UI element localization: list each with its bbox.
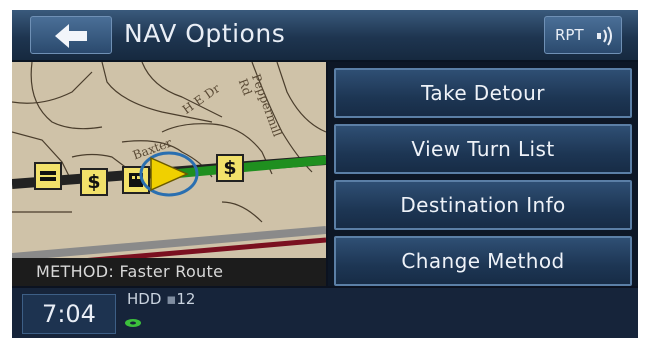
nav-options-screen: NAV Options RPT Peppermill Rd Baxter H E… [12,10,638,338]
destination-info-button[interactable]: Destination Info [334,180,632,230]
change-method-button[interactable]: Change Method [334,236,632,286]
clock[interactable]: 7:04 [22,294,116,334]
dollar-icon[interactable]: $ [80,168,108,196]
page-title: NAV Options [124,19,286,48]
method-value: Faster Route [119,262,224,281]
take-detour-button[interactable]: Take Detour [334,68,632,118]
dollar-icon[interactable]: $ [216,154,244,182]
vehicle-position-icon [139,151,199,197]
map-view[interactable]: Peppermill Rd Baxter H E Dr $ $ METHOD: … [12,62,326,286]
repeat-button[interactable]: RPT [544,16,622,54]
back-arrow-icon [55,24,87,48]
disc-icon [125,319,141,327]
hdd-status: HDD ▪12 [127,290,196,308]
back-button[interactable] [30,16,112,54]
hdd-value: 12 [176,290,196,308]
view-turn-list-button[interactable]: View Turn List [334,124,632,174]
status-bar: 7:04 HDD ▪12 [12,288,638,338]
repeat-label: RPT [555,26,584,44]
header-bar: NAV Options RPT [12,10,638,62]
route-method-bar: METHOD: Faster Route [12,258,326,286]
options-menu: Take Detour View Turn List Destination I… [328,62,638,286]
hotel-icon[interactable] [34,162,62,190]
method-label: METHOD: Faster Route [36,262,224,281]
speaker-sound-icon [597,26,612,46]
